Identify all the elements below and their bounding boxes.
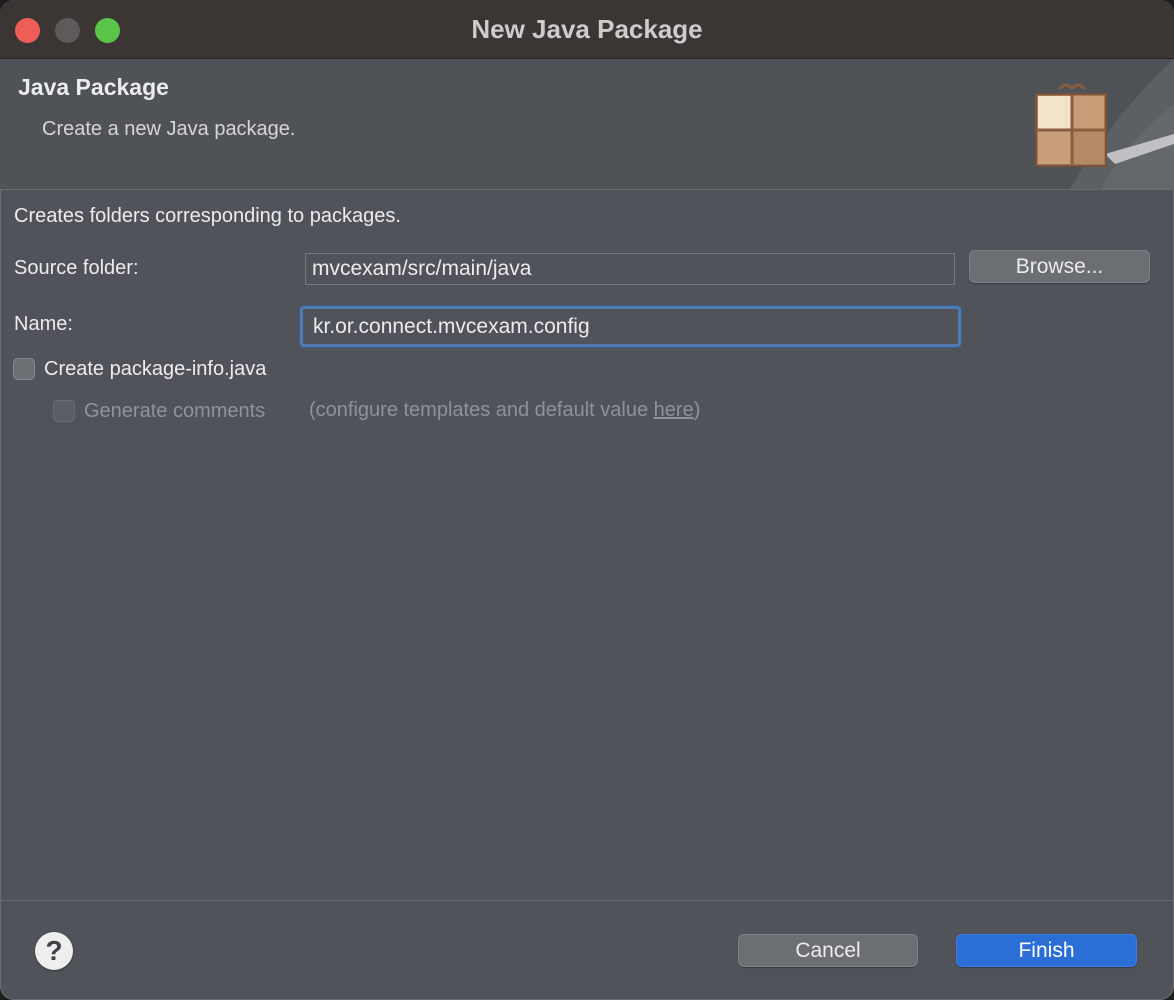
configure-templates-link[interactable]: here bbox=[654, 399, 694, 421]
window-title: New Java Package bbox=[471, 14, 703, 44]
cancel-button[interactable]: Cancel bbox=[738, 934, 918, 967]
dialog-window: New Java Package Java Package Create a n… bbox=[0, 0, 1174, 1000]
name-label: Name: bbox=[14, 313, 73, 335]
create-package-info-label: Create package-info.java bbox=[44, 358, 267, 380]
configure-templates-hint: (configure templates and default value h… bbox=[309, 399, 700, 422]
help-icon[interactable]: ? bbox=[35, 932, 73, 970]
banner-title: Java Package bbox=[18, 74, 169, 100]
package-name-input[interactable]: kr.or.connect.mvcexam.config bbox=[300, 306, 961, 347]
banner-description: Create a new Java package. bbox=[42, 118, 296, 140]
finish-button[interactable]: Finish bbox=[956, 934, 1137, 967]
package-icon bbox=[1035, 59, 1174, 189]
title-bar: New Java Package bbox=[0, 0, 1174, 59]
hint-prefix: (configure templates and default value bbox=[309, 399, 654, 421]
page-description: Creates folders corresponding to package… bbox=[14, 205, 401, 227]
generate-comments-label: Generate comments bbox=[84, 400, 266, 422]
wizard-banner: Java Package Create a new Java package. bbox=[0, 59, 1174, 190]
create-package-info-checkbox[interactable] bbox=[13, 358, 35, 380]
generate-comments-checkbox[interactable] bbox=[53, 400, 75, 422]
source-folder-label: Source folder: bbox=[14, 257, 139, 279]
browse-button[interactable]: Browse... bbox=[969, 250, 1150, 283]
footer-divider bbox=[0, 900, 1174, 901]
hint-suffix: ) bbox=[693, 399, 701, 421]
source-folder-input[interactable]: mvcexam/src/main/java bbox=[305, 253, 955, 285]
